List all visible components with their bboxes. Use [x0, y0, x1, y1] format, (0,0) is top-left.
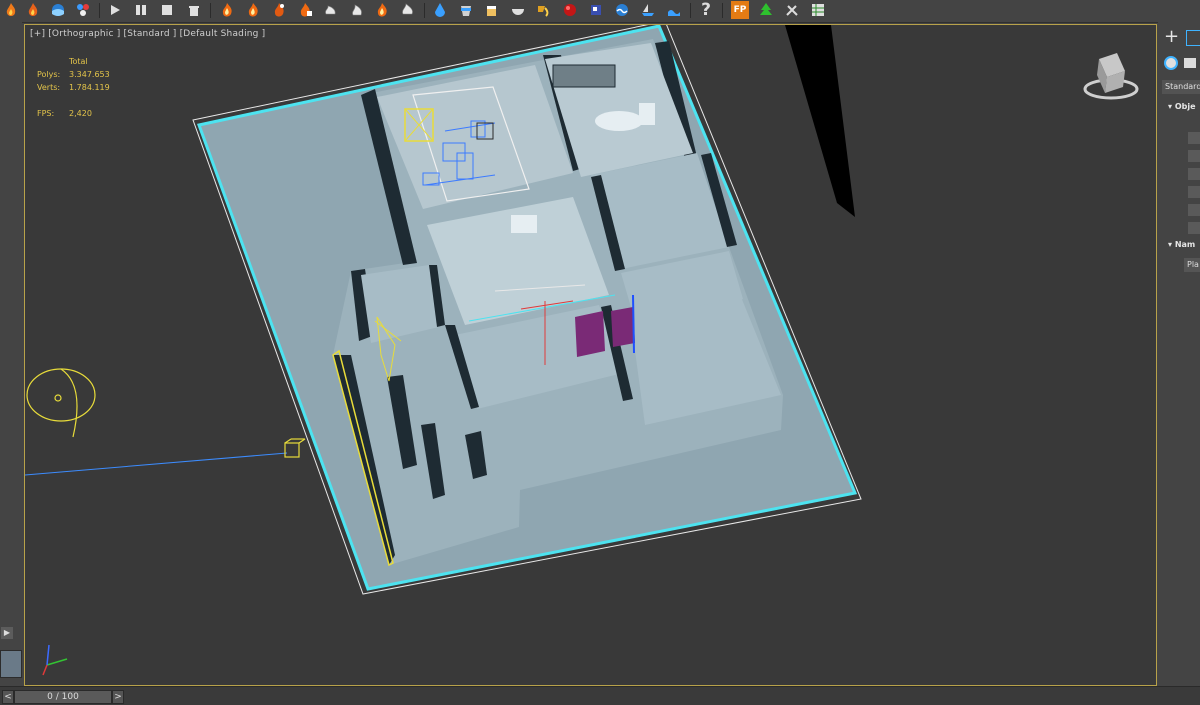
bathtub-object — [595, 111, 643, 131]
purple-panel — [611, 307, 635, 347]
prev-frame-button[interactable]: < — [2, 690, 14, 704]
window-object — [552, 64, 616, 88]
target-line — [25, 452, 288, 476]
camera-target-cube[interactable] — [284, 438, 306, 458]
cube-icon[interactable] — [587, 1, 605, 19]
fire-icon[interactable] — [24, 1, 42, 19]
shapes-category-icon[interactable] — [1184, 58, 1196, 68]
fire-sim-icon-2[interactable] — [244, 1, 262, 19]
play-icon[interactable] — [106, 1, 124, 19]
object-button[interactable] — [1188, 132, 1200, 144]
water-icon[interactable] — [49, 1, 67, 19]
scene-canvas[interactable] — [25, 25, 1156, 685]
name-color-label: Nam — [1174, 240, 1196, 249]
fp-icon[interactable]: FP — [731, 1, 749, 19]
tools-icon[interactable] — [783, 1, 801, 19]
object-button[interactable] — [1188, 168, 1200, 180]
bowl-icon[interactable] — [509, 1, 527, 19]
fire-sim-icon[interactable] — [218, 1, 236, 19]
main-toolbar: ? FP — [0, 0, 1200, 23]
fire-sim-icon-3[interactable] — [270, 1, 288, 19]
name-color-rollout-header[interactable]: ▾ Nam — [1168, 240, 1195, 249]
object-button[interactable] — [1188, 150, 1200, 162]
object-type-label: Obje — [1174, 102, 1196, 111]
smoke-icon-3[interactable] — [399, 1, 417, 19]
time-slider-bar: < 0 / 100 > — [0, 686, 1200, 705]
modify-tab-icon[interactable] — [1186, 30, 1200, 46]
cup-icon[interactable] — [483, 1, 501, 19]
stop-icon[interactable] — [158, 1, 176, 19]
bucket-icon[interactable] — [457, 1, 475, 19]
camera-orbit-helper[interactable] — [26, 368, 96, 438]
time-slider[interactable]: 0 / 100 — [14, 690, 112, 704]
liquid-icon[interactable] — [431, 1, 449, 19]
pause-icon[interactable] — [132, 1, 150, 19]
create-tab-plus[interactable]: + — [1164, 28, 1179, 46]
smoke-icon-2[interactable] — [348, 1, 366, 19]
sink-object — [639, 103, 655, 125]
command-panel: + Standard ▾ Obje ▾ Nam Pla — [1158, 22, 1200, 686]
blue-edge — [632, 294, 635, 354]
object-button[interactable] — [1188, 204, 1200, 216]
table-object — [511, 215, 537, 233]
smoke-icon[interactable] — [322, 1, 340, 19]
trash-icon[interactable] — [185, 1, 203, 19]
object-button[interactable] — [1188, 186, 1200, 198]
view-cube[interactable] — [1083, 53, 1139, 100]
boat-icon[interactable] — [639, 1, 657, 19]
geometry-category-icon[interactable] — [1164, 56, 1178, 70]
tree-icon[interactable] — [757, 1, 775, 19]
object-type-dropdown[interactable]: Standard — [1162, 80, 1200, 94]
waves-icon[interactable] — [665, 1, 683, 19]
fire-sim-icon[interactable] — [373, 1, 391, 19]
left-command-strip: ▶ — [0, 22, 22, 686]
wave-icon[interactable] — [613, 1, 631, 19]
particles-icon[interactable] — [74, 1, 92, 19]
object-type-rollout-header[interactable]: ▾ Obje — [1168, 102, 1196, 111]
perspective-viewport[interactable]: [+] [Orthographic ] [Standard ] [Default… — [24, 24, 1157, 686]
shadow-wedge — [785, 25, 855, 217]
pour-icon[interactable] — [535, 1, 553, 19]
table-icon[interactable] — [809, 1, 827, 19]
next-frame-button[interactable]: > — [112, 690, 124, 704]
mini-listener-button[interactable] — [0, 650, 22, 678]
axis-tripod — [42, 644, 68, 676]
name-field[interactable]: Pla — [1184, 258, 1200, 272]
object-button[interactable] — [1188, 222, 1200, 234]
fire-sim-icon-4[interactable] — [296, 1, 314, 19]
expand-arrow-icon[interactable]: ▶ — [1, 627, 13, 639]
help-icon[interactable]: ? — [697, 0, 715, 20]
purple-panel — [575, 311, 605, 357]
fire-icon[interactable] — [2, 1, 20, 19]
sphere-icon[interactable] — [561, 1, 579, 19]
